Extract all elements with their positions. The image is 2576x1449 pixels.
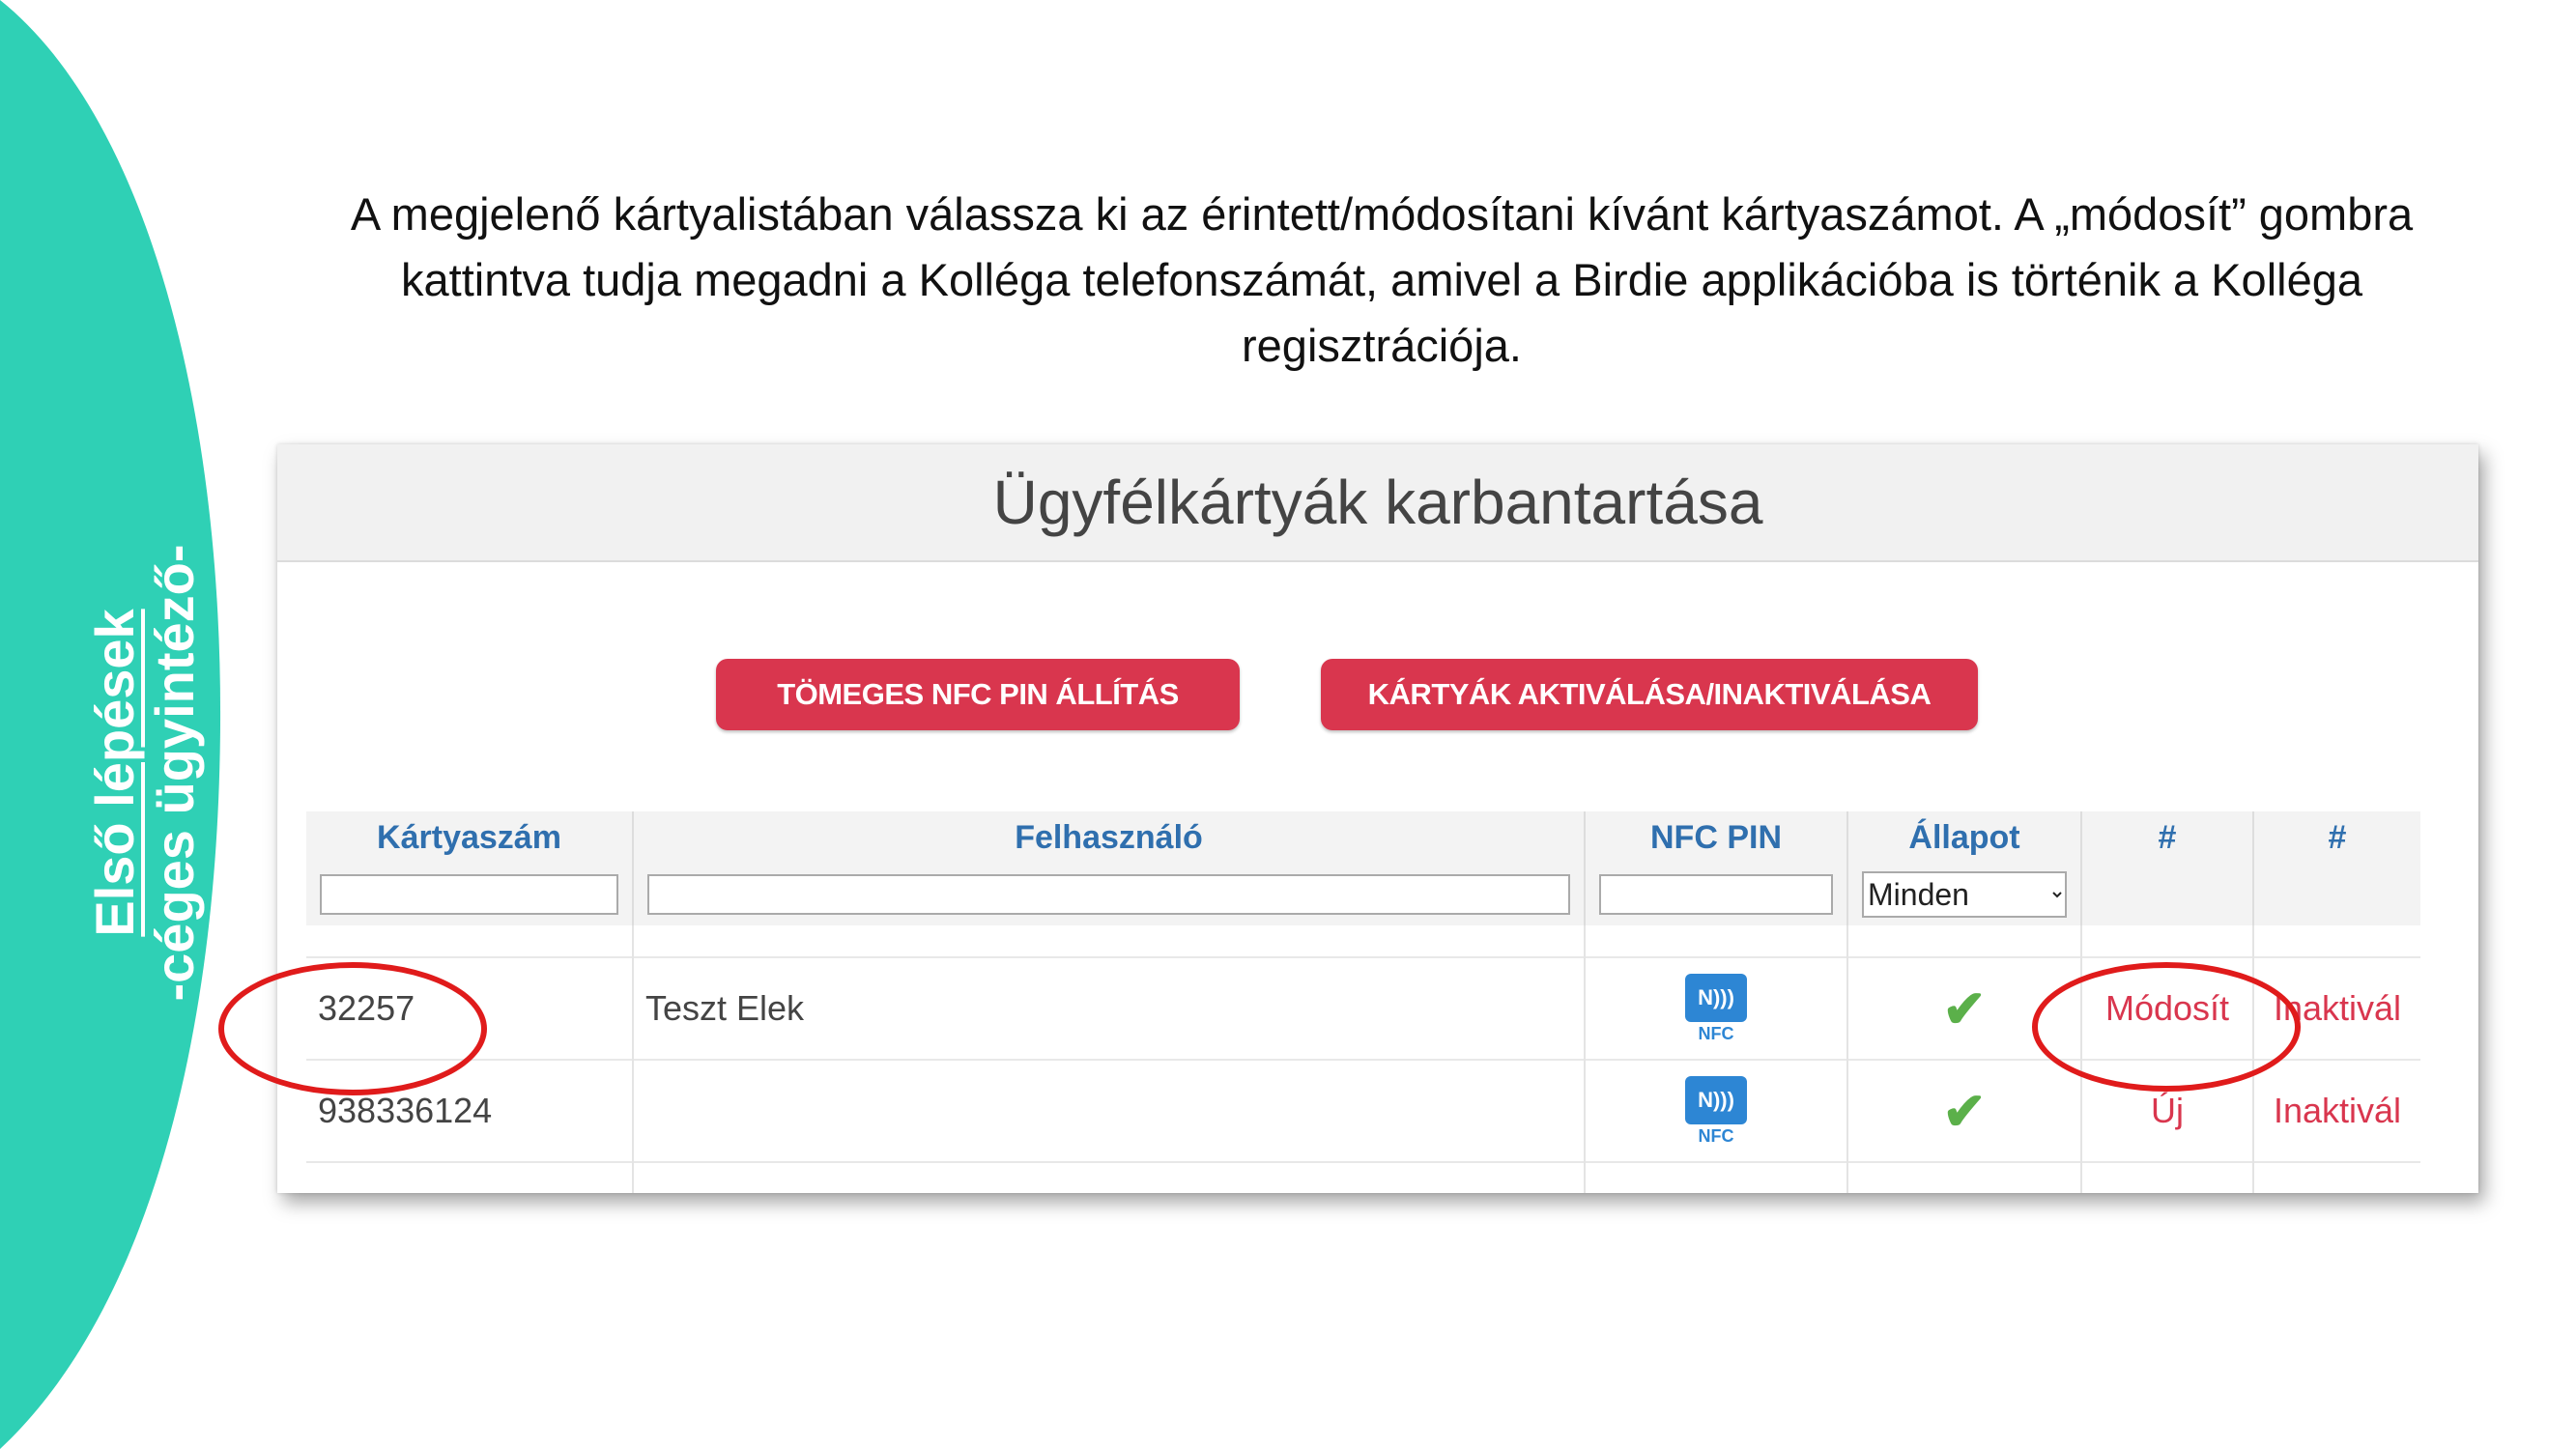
status-filter-select[interactable]: Minden bbox=[1862, 871, 2067, 918]
instruction-text: A megjelenő kártyalistában válassza ki a… bbox=[350, 188, 2414, 371]
header-nfc-pin[interactable]: NFC PIN bbox=[1584, 811, 1847, 864]
header-action2: # bbox=[2252, 811, 2420, 864]
user-filter-input[interactable] bbox=[647, 874, 1570, 915]
deactivate-link[interactable]: Inaktivál bbox=[2274, 1091, 2401, 1130]
side-title-line2: -céges ügyintéző- bbox=[144, 544, 205, 1002]
table-filter-row: Minden bbox=[306, 864, 2420, 925]
card-number-filter-input[interactable] bbox=[320, 874, 618, 915]
header-status[interactable]: Állapot bbox=[1846, 811, 2081, 864]
header-user[interactable]: Felhasználó bbox=[632, 811, 1585, 864]
highlight-ellipse-modify bbox=[2032, 962, 2301, 1092]
check-icon: ✔ bbox=[1942, 980, 1987, 1038]
highlight-ellipse-card-number bbox=[218, 962, 487, 1095]
nfc-icon[interactable]: N))) NFC bbox=[1685, 1076, 1747, 1147]
side-title-line1: Első lépések bbox=[84, 609, 145, 937]
table-row-partial bbox=[306, 1161, 2420, 1193]
nfc-icon[interactable]: N))) NFC bbox=[1685, 974, 1747, 1044]
activate-cards-button[interactable]: KÁRTYÁK AKTIVÁLÁSA/INAKTIVÁLÁSA bbox=[1321, 659, 1978, 730]
bulk-nfc-pin-button[interactable]: TÖMEGES NFC PIN ÁLLÍTÁS bbox=[716, 659, 1240, 730]
nfc-pin-filter-input[interactable] bbox=[1599, 874, 1833, 915]
page-title: Ügyfélkártyák karbantartása bbox=[277, 444, 2478, 562]
nfc-label: NFC bbox=[1698, 1126, 1734, 1146]
user-cell bbox=[632, 1059, 1585, 1162]
table-header-row: Kártyaszám Felhasználó NFC PIN Állapot #… bbox=[306, 811, 2420, 864]
button-row: TÖMEGES NFC PIN ÁLLÍTÁS KÁRTYÁK AKTIVÁLÁ… bbox=[277, 659, 2478, 736]
user-cell: Teszt Elek bbox=[632, 956, 1585, 1060]
side-title: Első lépések -céges ügyintéző- bbox=[48, 541, 242, 1005]
new-link[interactable]: Új bbox=[2151, 1091, 2184, 1130]
check-icon: ✔ bbox=[1942, 1082, 1987, 1141]
header-card-number[interactable]: Kártyaszám bbox=[306, 811, 633, 864]
header-action1: # bbox=[2080, 811, 2253, 864]
nfc-label: NFC bbox=[1698, 1024, 1734, 1043]
